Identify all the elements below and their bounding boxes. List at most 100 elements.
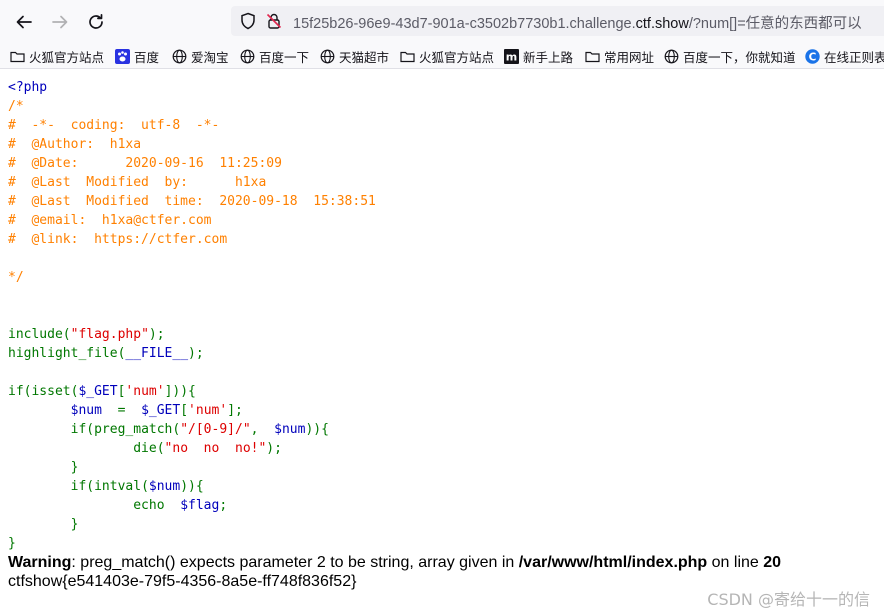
- svg-text:m: m: [506, 50, 517, 63]
- bookmark-item[interactable]: m 新手上路: [504, 47, 573, 65]
- reload-icon: [89, 13, 103, 29]
- csdn-watermark: CSDN @寄给十一的信: [707, 590, 870, 609]
- bookmark-item[interactable]: 百度: [115, 47, 159, 65]
- bookmark-label: 火狐官方站点: [29, 49, 105, 65]
- svg-text:C: C: [809, 51, 817, 63]
- baidu-paw-icon: [115, 48, 130, 64]
- code-string: "no no no!": [164, 441, 267, 456]
- code-token: );: [188, 346, 204, 361]
- code-variable: $_GET: [78, 384, 118, 399]
- reload-button[interactable]: [84, 10, 108, 34]
- bookmark-item[interactable]: 天猫超市: [320, 47, 389, 65]
- bookmark-label: 百度一下，你就知道: [683, 49, 796, 65]
- address-bar[interactable]: 15f25b26-96e9-43d7-901a-c3502b7730b1.cha…: [231, 6, 884, 36]
- code-comment-line: # @email: h1xa@ctfer.com: [8, 213, 212, 228]
- browser-toolbar: 15f25b26-96e9-43d7-901a-c3502b7730b1.cha…: [0, 0, 884, 42]
- code-comment-line: # @Date: 2020-09-16 11:25:09: [8, 156, 282, 171]
- bookmark-label: 百度: [134, 49, 160, 65]
- code-token: ;: [219, 498, 228, 513]
- code-comment-line: /*: [8, 99, 24, 114]
- code-token: ,: [250, 422, 275, 437]
- code-string: "/[0-9]/": [180, 422, 251, 437]
- code-token: include(: [8, 327, 71, 342]
- code-token: if(preg_match(: [70, 422, 181, 437]
- code-token: echo: [133, 498, 181, 513]
- bookmark-label: 爱淘宝: [191, 49, 229, 65]
- page-content: <?php /* # -*- coding: utf-8 -*- # @Auth…: [8, 78, 884, 591]
- bookmark-label: 火狐官方站点: [419, 49, 495, 65]
- forward-button[interactable]: [48, 10, 72, 34]
- back-button[interactable]: [12, 10, 36, 34]
- code-token: [: [180, 403, 189, 418]
- code-token: );: [148, 327, 165, 342]
- code-echo-line: echo $flag;: [8, 498, 227, 513]
- warning-message: : preg_match() expects parameter 2 to be…: [71, 554, 519, 571]
- url-text[interactable]: 15f25b26-96e9-43d7-901a-c3502b7730b1.cha…: [293, 12, 862, 33]
- php-warning: Warning: preg_match() expects parameter …: [8, 553, 884, 572]
- code-assign-line: $num = $_GET['num'];: [8, 403, 243, 418]
- bookmark-item[interactable]: 百度一下: [240, 47, 309, 65]
- code-constant: __FILE__: [125, 346, 189, 361]
- code-token: if(isset(: [8, 384, 79, 399]
- code-token: ])){: [164, 384, 196, 399]
- code-comment-line: # -*- coding: utf-8 -*-: [8, 118, 220, 133]
- code-variable: $num: [148, 479, 181, 494]
- code-variable: $num: [70, 403, 102, 418]
- code-token: ];: [227, 403, 243, 418]
- bookmark-item[interactable]: 火狐官方站点: [400, 47, 494, 65]
- code-comment-line: # @link: https://ctfer.com: [8, 232, 228, 247]
- code-string: "flag.php": [70, 327, 149, 342]
- code-brace-line: }: [8, 536, 16, 551]
- code-token: );: [266, 441, 282, 456]
- bookmark-item[interactable]: C 在线正则表: [805, 47, 884, 65]
- globe-icon: [320, 49, 335, 64]
- php-source-code: <?php /* # -*- coding: utf-8 -*- # @Auth…: [8, 78, 884, 553]
- code-variable: $num: [274, 422, 306, 437]
- code-if-isset-line: if(isset($_GET['num'])){: [8, 384, 196, 399]
- bookmark-label: 百度一下: [259, 49, 310, 65]
- url-host: ctf.show: [635, 16, 689, 32]
- code-token: highlight_file(: [8, 346, 126, 361]
- bookmark-item[interactable]: 百度一下，你就知道: [664, 47, 796, 65]
- bookmark-label: 在线正则表: [824, 49, 884, 65]
- code-comment-line: */: [8, 270, 24, 285]
- warning-line-number: 20: [763, 554, 782, 571]
- code-token: )){: [180, 479, 204, 494]
- code-comment-line: # @Last Modified by: h1xa: [8, 175, 267, 190]
- bookmark-item[interactable]: 火狐官方站点: [10, 47, 104, 65]
- code-token: }: [70, 460, 79, 475]
- code-variable: $flag: [180, 498, 220, 513]
- warning-on-line: on line: [707, 554, 764, 571]
- code-intval-line: if(intval($num)){: [8, 479, 204, 494]
- code-brace-line: }: [8, 517, 79, 532]
- code-variable: $_GET: [141, 403, 181, 418]
- globe-icon: [240, 49, 255, 64]
- m-logo-icon: m: [504, 48, 519, 64]
- arrow-left-icon: [16, 15, 32, 29]
- shield-icon[interactable]: [239, 12, 257, 35]
- bookmark-label: 常用网址: [604, 49, 655, 65]
- code-comment-line: # @Last Modified time: 2020-09-18 15:38:…: [8, 194, 376, 209]
- folder-icon: [585, 49, 600, 64]
- code-highlight-line: highlight_file(__FILE__);: [8, 346, 204, 361]
- code-comment-block: /* # -*- coding: utf-8 -*- # @Author: h1…: [8, 99, 376, 285]
- c-logo-icon: C: [805, 48, 820, 64]
- code-token: =: [101, 403, 142, 418]
- bookmark-item[interactable]: 爱淘宝: [172, 47, 229, 65]
- insecure-lock-icon[interactable]: [265, 12, 283, 35]
- url-prefix: 15f25b26-96e9-43d7-901a-c3502b7730b1.cha…: [293, 16, 636, 32]
- bookmark-item[interactable]: 常用网址: [585, 47, 654, 65]
- folder-icon: [400, 49, 415, 64]
- code-token: die(: [133, 441, 165, 456]
- code-include-line: include("flag.php");: [8, 327, 165, 342]
- warning-path: /var/www/html/index.php: [518, 554, 708, 571]
- code-token: )){: [305, 422, 329, 437]
- code-string: 'num': [188, 403, 228, 418]
- url-suffix: /?num[]=任意的东西都可以: [688, 16, 862, 32]
